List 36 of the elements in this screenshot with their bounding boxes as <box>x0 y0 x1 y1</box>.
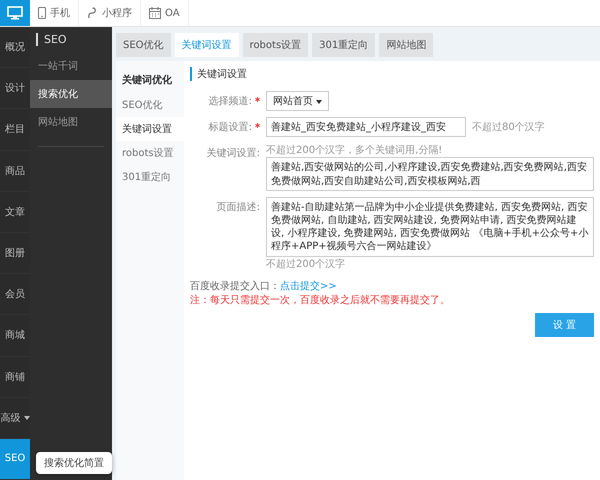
tab[interactable]: 301重定向 <box>312 33 376 57</box>
field-label: 关键词设置: <box>206 146 260 160</box>
caret-icon <box>316 100 322 104</box>
top-link[interactable]: OA <box>141 0 189 26</box>
description-textarea[interactable]: 善建站-自助建站第一品牌为中小企业提供免费建站, 西安免费网站, 西安免费做网站, 自助建站, 西安网站建设, 免费网站申请, 西安免费网站建设, 小程序建设, 免费建网站, 西安免费做网站 《电脑+手机+公众号+小程序+APP+视频号六合一网站建设》 <box>266 197 594 257</box>
tab[interactable]: robots设置 <box>242 33 308 57</box>
tab[interactable]: 网站地图 <box>379 33 434 57</box>
field-hint: 不超过200个汉字 <box>266 258 346 271</box>
sub-nav-item[interactable]: 网站地图 <box>30 108 112 136</box>
side-menu-heading: 关键词优化 <box>121 74 173 88</box>
tab[interactable]: SEO优化 <box>116 33 171 57</box>
monitor-icon-tile[interactable] <box>0 0 30 26</box>
calendar-icon <box>149 7 161 19</box>
caret-icon <box>24 416 30 420</box>
field-label: 页面描述: <box>216 200 260 214</box>
top-link[interactable]: 手机 <box>30 0 79 26</box>
warning-text: 注：每天只需提交一次，百度收录之后就不需要再提交了。 <box>190 294 450 307</box>
field-label: 选择频道: <box>208 94 252 108</box>
text-field[interactable]: 善建站_西安免费建站_小程序建设_西安 <box>266 117 466 137</box>
sub-nav-item[interactable]: 一站千词 <box>30 52 112 80</box>
tooltip: 搜索优化简置 <box>36 452 112 474</box>
field-hint: 不超过80个汉字 <box>472 120 545 134</box>
phone-icon <box>38 7 46 19</box>
channel-select[interactable]: 网站首页 <box>266 91 329 111</box>
sub-nav-item[interactable]: 搜索优化 <box>30 80 112 108</box>
top-link[interactable]: 小程序 <box>79 0 141 26</box>
side-menu-item[interactable]: 301重定向 <box>116 165 184 189</box>
field-hint: 不超过200个汉字，多个关键词用,分隔! <box>266 144 444 157</box>
submit-entry-label: 百度收录提交入口： <box>190 280 280 293</box>
field-label: 标题设置: <box>208 120 252 134</box>
section-title: 关键词设置 <box>190 67 594 81</box>
text-field[interactable]: 善建站,西安做网站的公司,小程序建设,西安免费建站,西安免费网站,西安免费做网站,西安自助建站公司,西安模板网站,西 <box>266 157 594 191</box>
side-menu-item[interactable]: robots设置 <box>116 141 184 165</box>
side-menu-item[interactable]: SEO优化 <box>116 93 184 117</box>
side-menu-item[interactable]: 关键词设置 <box>116 117 184 141</box>
monitor-icon <box>7 6 23 20</box>
